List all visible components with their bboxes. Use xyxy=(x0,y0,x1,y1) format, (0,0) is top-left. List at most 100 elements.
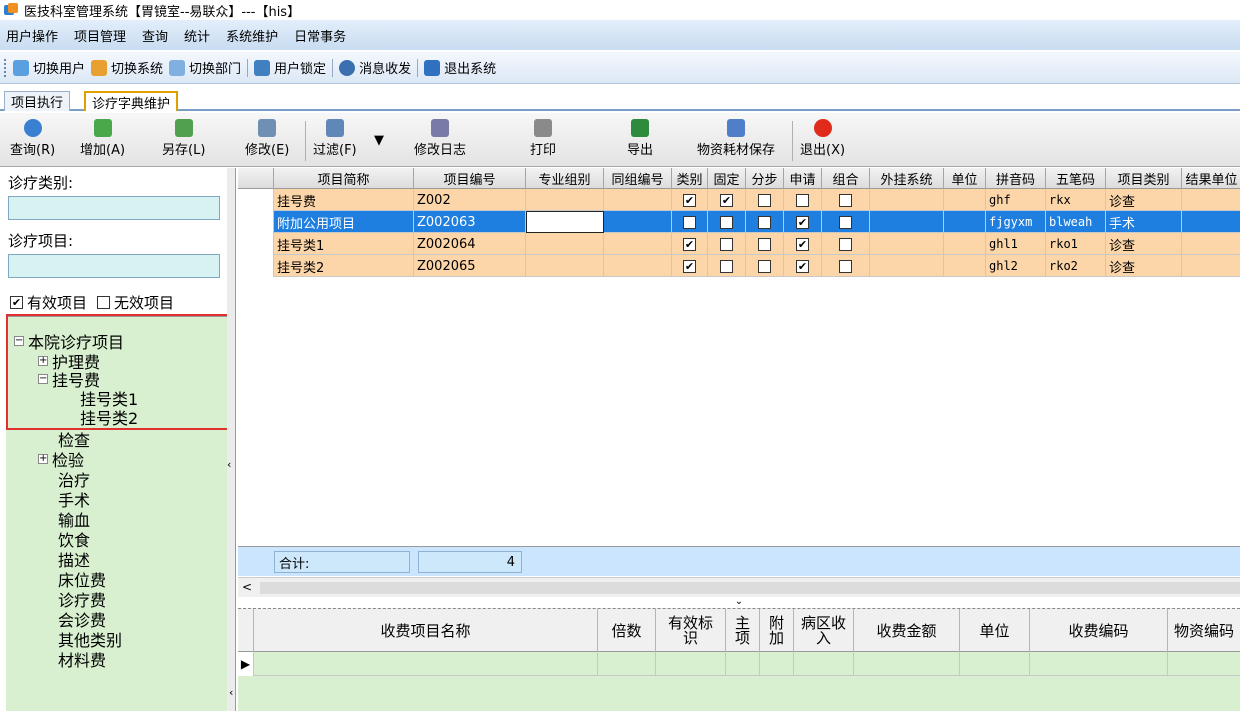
menu-daily-affairs[interactable]: 日常事务 xyxy=(294,26,346,45)
grid-checkbox[interactable]: ✔ xyxy=(720,193,733,207)
fee-col-ward-income[interactable]: 病区收入 xyxy=(794,609,854,653)
menu-statistics[interactable]: 统计 xyxy=(184,26,210,45)
fee-cell[interactable] xyxy=(656,652,726,676)
grid-checkbox[interactable] xyxy=(796,193,809,207)
col-header-external[interactable]: 外挂系统 xyxy=(870,168,944,189)
switch-department-button[interactable]: 切换部门 xyxy=(169,58,241,77)
panel-splitter[interactable]: ⌄ xyxy=(238,597,1240,608)
splitter[interactable]: ‹ xyxy=(227,168,235,711)
grid-cell[interactable]: ghl1 xyxy=(986,233,1046,255)
menu-system-maintenance[interactable]: 系统维护 xyxy=(226,26,278,45)
grid-cell[interactable]: 诊查 xyxy=(1106,255,1182,277)
grid-checkbox[interactable]: ✔ xyxy=(796,215,809,229)
grid-cell-code[interactable] xyxy=(526,189,604,211)
material-save-button[interactable]: 物资耗材保存 xyxy=(697,119,775,158)
grid-cell[interactable] xyxy=(870,255,944,277)
fee-cell[interactable] xyxy=(1030,652,1168,676)
grid-checkbox-cell[interactable] xyxy=(784,189,822,211)
grid-cell-code[interactable] xyxy=(526,255,604,277)
grid-cell[interactable]: 附加公用项目 xyxy=(274,211,414,233)
fee-col-valid[interactable]: 有效标识 xyxy=(656,609,726,653)
fee-cell[interactable] xyxy=(1168,652,1240,676)
grid-checkbox[interactable] xyxy=(758,215,771,229)
grid-checkbox[interactable] xyxy=(720,215,733,229)
grid-row[interactable]: 挂号费 Z002 ✔ ✔ ghf rkx 诊查 xyxy=(238,189,1240,211)
grid-cell[interactable] xyxy=(944,233,986,255)
edit-button[interactable]: 修改(E) xyxy=(245,119,289,158)
fee-cell[interactable] xyxy=(598,652,656,676)
grid-cell[interactable] xyxy=(604,233,672,255)
tab-dictionary-maintenance[interactable]: 诊疗字典维护 xyxy=(84,91,179,112)
grid-cell[interactable] xyxy=(1182,233,1240,255)
toolbar-grip[interactable] xyxy=(4,58,7,77)
edit-log-button[interactable]: 修改日志 xyxy=(414,119,466,158)
fee-cell[interactable] xyxy=(254,652,598,676)
grid-cell-code[interactable] xyxy=(526,211,604,233)
filter-dropdown-arrow[interactable]: ▼ xyxy=(374,133,384,148)
grid-row[interactable]: 挂号类1 Z002064 ✔ ✔ ghl1 rko1 诊查 xyxy=(238,233,1240,255)
grid-cell[interactable]: fjgyxm xyxy=(986,211,1046,233)
grid-checkbox[interactable]: ✔ xyxy=(683,259,696,273)
grid-checkbox-cell[interactable] xyxy=(822,211,870,233)
col-header-group-no[interactable]: 同组编号 xyxy=(604,168,672,189)
grid-checkbox[interactable] xyxy=(758,237,771,251)
col-header-category[interactable]: 项目类别 xyxy=(1106,168,1182,189)
col-header-name[interactable]: 项目简称 xyxy=(274,168,414,189)
exit-system-button[interactable]: 退出系统 xyxy=(424,58,496,77)
col-header-wubi[interactable]: 五笔码 xyxy=(1046,168,1106,189)
fee-cell[interactable] xyxy=(960,652,1030,676)
message-button[interactable]: 消息收发 xyxy=(339,58,411,77)
expand-icon[interactable]: + xyxy=(38,454,48,464)
collapse-icon[interactable]: − xyxy=(14,336,24,346)
grid-checkbox-cell[interactable]: ✔ xyxy=(672,255,708,277)
menu-query[interactable]: 查询 xyxy=(142,26,168,45)
fee-col-main[interactable]: 主项 xyxy=(726,609,760,653)
query-button[interactable]: 查询(R) xyxy=(10,119,55,158)
grid-checkbox-cell[interactable]: ✔ xyxy=(672,189,708,211)
col-header-pinyin[interactable]: 拼音码 xyxy=(986,168,1046,189)
switch-system-button[interactable]: 切换系统 xyxy=(91,58,163,77)
grid-cell[interactable] xyxy=(1182,211,1240,233)
fee-col-amount[interactable]: 收费金额 xyxy=(854,609,960,653)
invalid-checkbox[interactable] xyxy=(97,296,111,309)
col-header-group[interactable]: 专业组别 xyxy=(526,168,604,189)
grid-cell[interactable] xyxy=(604,255,672,277)
grid-cell[interactable] xyxy=(870,233,944,255)
grid-checkbox[interactable] xyxy=(720,259,733,273)
scroll-left-icon[interactable]: < xyxy=(242,580,252,594)
grid-cell[interactable]: ghl2 xyxy=(986,255,1046,277)
collapse-arrow-icon[interactable]: ‹ xyxy=(227,458,231,471)
grid-cell[interactable] xyxy=(870,211,944,233)
grid-cell[interactable]: rko1 xyxy=(1046,233,1106,255)
col-header-result-unit[interactable]: 结果单位 xyxy=(1182,168,1240,189)
tree-node-material-fee[interactable]: 材料费 xyxy=(58,647,106,671)
grid-cell[interactable] xyxy=(944,189,986,211)
col-header-type[interactable]: 类别 xyxy=(672,168,708,189)
fee-row[interactable]: ▶ xyxy=(238,652,1240,676)
grid-cell[interactable]: 挂号类1 xyxy=(274,233,414,255)
grid-cell[interactable]: Z002063 xyxy=(414,211,526,233)
grid-checkbox[interactable]: ✔ xyxy=(796,237,809,251)
col-header-apply[interactable]: 申请 xyxy=(784,168,822,189)
user-lock-button[interactable]: 用户锁定 xyxy=(254,58,326,77)
grid-checkbox-cell[interactable] xyxy=(822,189,870,211)
grid-cell[interactable]: Z002064 xyxy=(414,233,526,255)
menu-project-mgmt[interactable]: 项目管理 xyxy=(74,26,126,45)
grid-checkbox[interactable] xyxy=(683,215,696,229)
grid-cell[interactable] xyxy=(604,189,672,211)
collapse-arrow-icon[interactable]: ‹ xyxy=(229,686,233,699)
grid-cell[interactable] xyxy=(944,211,986,233)
grid-checkbox-cell[interactable] xyxy=(708,211,746,233)
grid-cell[interactable]: rkx xyxy=(1046,189,1106,211)
col-header-fixed[interactable]: 固定 xyxy=(708,168,746,189)
grid-checkbox-cell[interactable] xyxy=(746,189,784,211)
menu-user-ops[interactable]: 用户操作 xyxy=(6,26,58,45)
fee-col-material-code[interactable]: 物资编码 xyxy=(1168,609,1240,653)
col-header-combo[interactable]: 组合 xyxy=(822,168,870,189)
grid-checkbox-cell[interactable] xyxy=(746,211,784,233)
grid-cell[interactable]: 挂号费 xyxy=(274,189,414,211)
grid-cell[interactable]: 诊查 xyxy=(1106,233,1182,255)
print-button[interactable]: 打印 xyxy=(530,119,556,158)
switch-user-button[interactable]: 切换用户 xyxy=(13,58,85,77)
grid-checkbox-cell[interactable]: ✔ xyxy=(784,211,822,233)
